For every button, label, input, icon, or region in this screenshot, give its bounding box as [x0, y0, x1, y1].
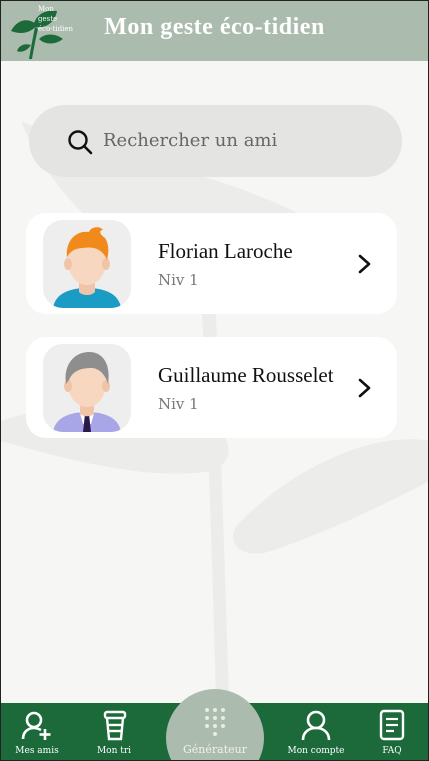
avatar-grey-hair-tie-icon	[43, 344, 131, 432]
friend-name: Guillaume Rousselet	[158, 363, 334, 387]
nav-item-faq[interactable]: FAQ	[371, 703, 413, 760]
app-title: Mon geste éco-tidien	[104, 14, 325, 40]
friend-card[interactable]: Guillaume Rousselet Niv 1	[26, 337, 397, 438]
friend-level: Niv 1	[158, 395, 199, 413]
friend-level: Niv 1	[158, 271, 199, 289]
cup-icon	[103, 710, 127, 741]
user-icon	[301, 710, 331, 741]
nav-label: FAQ	[382, 746, 402, 756]
nav-item-mon-compte[interactable]: Mon compte	[277, 703, 355, 760]
app-header: Mon geste éco-tidien Mon geste éco-tidie…	[1, 1, 428, 61]
avatar	[43, 344, 131, 432]
logo-text-line: Mon	[38, 5, 54, 13]
nav-label: Mon tri	[96, 746, 132, 756]
nav-label: Mon compte	[287, 746, 345, 756]
avatar	[43, 220, 131, 308]
app-screen: Mon geste éco-tidien Mon geste éco-tidie…	[0, 0, 429, 761]
add-user-icon	[21, 711, 51, 740]
nav-item-mon-tri[interactable]: Mon tri	[87, 703, 141, 760]
search-placeholder: Rechercher un ami	[103, 130, 278, 151]
avatar-orange-hair-icon	[43, 220, 131, 308]
friend-card[interactable]: Florian Laroche Niv 1	[26, 213, 397, 314]
nav-item-mes-amis[interactable]: Mes amis	[9, 703, 65, 760]
document-icon	[379, 709, 405, 741]
friend-search-input[interactable]: Rechercher un ami	[29, 105, 402, 177]
friend-name: Florian Laroche	[158, 239, 293, 263]
nav-label: Mes amis	[15, 746, 59, 756]
search-icon	[68, 130, 93, 155]
keypad-icon	[205, 708, 225, 736]
generator-label: Générateur	[183, 743, 247, 756]
chevron-right-icon[interactable]	[356, 377, 374, 399]
chevron-right-icon[interactable]	[356, 253, 374, 275]
